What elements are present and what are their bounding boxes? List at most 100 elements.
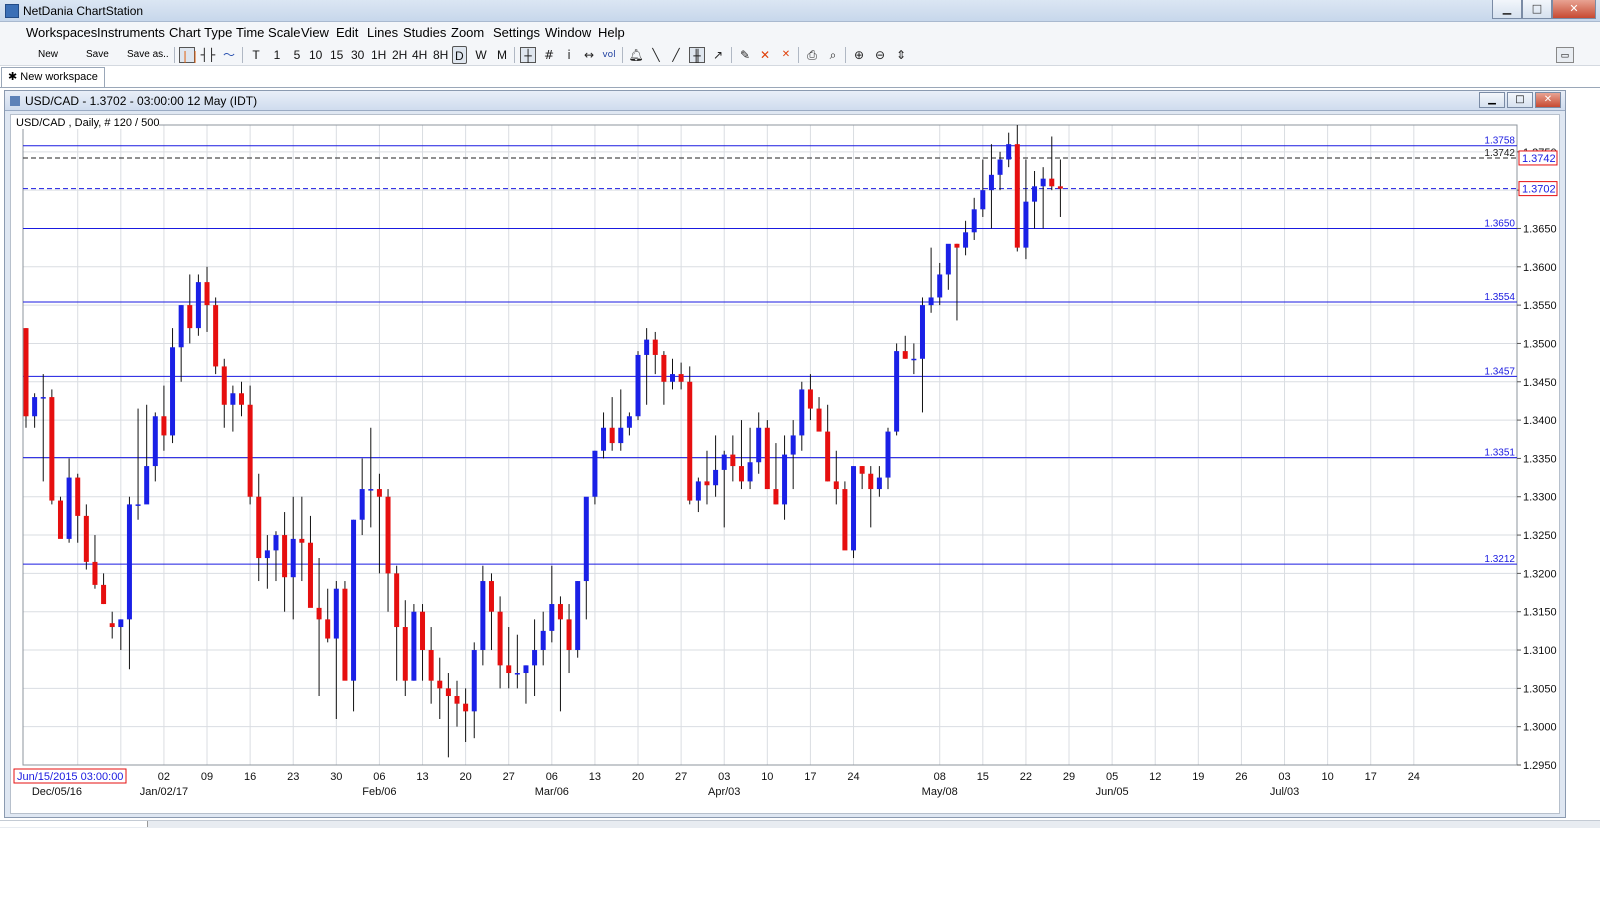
crosshair-icon[interactable]: ┼ xyxy=(520,47,536,63)
timescale-1min-button[interactable]: 1 xyxy=(271,46,283,64)
level-line-label: 1.3457 xyxy=(1484,366,1515,377)
candle-body xyxy=(842,489,848,551)
close-window-button[interactable]: ✕ xyxy=(1552,0,1596,19)
menu-edit[interactable]: Edit xyxy=(336,25,358,40)
x-axis-tick-label: 10 xyxy=(1321,771,1333,783)
candlestick-chart-icon[interactable]: ❘❘ xyxy=(179,47,200,63)
candle-body xyxy=(75,477,81,516)
candle-body xyxy=(454,696,460,704)
timescale-daily-button[interactable]: D xyxy=(452,46,467,64)
save-as-button[interactable]: Save as.. xyxy=(127,49,169,60)
maximize-window-button[interactable]: □ xyxy=(1522,0,1552,19)
x-axis-tick-label: 16 xyxy=(244,771,256,783)
candle-body xyxy=(109,623,115,628)
grid-icon[interactable]: # xyxy=(541,47,557,63)
line-chart-icon[interactable]: 〜 xyxy=(221,47,237,63)
candle-body xyxy=(661,354,667,382)
timescale-30min-button[interactable]: 30 xyxy=(351,46,364,64)
y-axis-tick-label: 1.3450 xyxy=(1523,377,1557,389)
minimize-window-button[interactable]: ▁ xyxy=(1492,0,1522,19)
price-tag-label: 1.3742 xyxy=(1522,153,1556,165)
bottom-tab[interactable] xyxy=(0,821,148,827)
alert-bell-icon[interactable]: 🔔︎ xyxy=(628,47,644,63)
chart-area[interactable]: 1.3758 1.3650 1.3554 1.3457 1.3351 1.3212 1.37… xyxy=(10,114,1560,814)
timescale-5min-button[interactable]: 5 xyxy=(291,46,303,64)
menu-help[interactable]: Help xyxy=(598,25,625,40)
menu-instruments[interactable]: Instruments xyxy=(97,25,165,40)
candle-body xyxy=(239,393,244,405)
menu-time-scale[interactable]: Time Scale xyxy=(236,25,301,40)
chart-restore-button[interactable]: □ xyxy=(1507,92,1533,108)
candle-body xyxy=(678,374,684,382)
candle-body xyxy=(583,496,589,582)
workspace-tab-label: New workspace xyxy=(20,71,98,83)
timescale-tick-button[interactable]: T xyxy=(250,46,262,64)
candle-body xyxy=(273,535,279,551)
menu-lines[interactable]: Lines xyxy=(367,25,398,40)
delete-object-icon[interactable]: ✕ xyxy=(757,47,773,63)
fibonacci-icon[interactable]: ╫ xyxy=(689,47,705,63)
new-button[interactable]: New xyxy=(38,49,58,60)
layout-toggle-icon[interactable]: ▭ xyxy=(1556,47,1574,63)
trendline-down-icon[interactable]: ╲ xyxy=(648,47,664,63)
timescale-2h-button[interactable]: 2H xyxy=(392,46,407,64)
pen-icon[interactable]: ✎ xyxy=(737,47,753,63)
candle-body xyxy=(359,489,365,520)
print-preview-icon[interactable]: ⌕ xyxy=(825,47,841,63)
fit-zoom-icon[interactable]: ⇕ xyxy=(893,47,909,63)
price-chart[interactable]: 1.3758 1.3650 1.3554 1.3457 1.3351 1.3212 1.37… xyxy=(11,115,1561,815)
workspace-tab[interactable]: ✱ New workspace xyxy=(1,67,105,87)
menu-studies[interactable]: Studies xyxy=(403,25,446,40)
zoom-in-icon[interactable]: ⊕ xyxy=(851,47,867,63)
candle-body xyxy=(652,339,658,355)
save-button[interactable]: Save xyxy=(86,49,109,60)
candle-body xyxy=(1014,144,1020,248)
pointer-icon[interactable]: ↗ xyxy=(710,47,726,63)
y-axis-tick-label: 1.3100 xyxy=(1523,645,1557,657)
delete-all-icon[interactable]: ✕ xyxy=(778,47,794,63)
timescale-weekly-button[interactable]: W xyxy=(475,46,487,64)
candle-body xyxy=(894,351,900,432)
timescale-4h-button[interactable]: 4H xyxy=(412,46,427,64)
candle-body xyxy=(566,619,572,651)
candle-body xyxy=(40,397,46,399)
timescale-15min-button[interactable]: 15 xyxy=(330,46,343,64)
candle-body xyxy=(57,500,63,539)
candle-body xyxy=(264,550,270,559)
scroll-horizontal-icon[interactable]: ↔ xyxy=(581,47,597,63)
candle-body xyxy=(963,232,969,248)
candle-body xyxy=(687,381,693,501)
menu-chart-type[interactable]: Chart Type xyxy=(169,25,232,40)
volume-icon[interactable]: vol xyxy=(601,47,617,63)
candle-body xyxy=(307,542,313,608)
zoom-out-icon[interactable]: ⊖ xyxy=(872,47,888,63)
menu-window[interactable]: Window xyxy=(545,25,591,40)
plot-border xyxy=(22,124,1518,766)
candle-body xyxy=(807,389,813,409)
menu-workspaces[interactable]: Workspaces xyxy=(26,25,97,40)
chart-minimize-button[interactable]: ▁ xyxy=(1479,92,1505,108)
candle-body xyxy=(333,588,339,639)
timescale-monthly-button[interactable]: M xyxy=(496,46,508,64)
x-axis-tick-label: 09 xyxy=(201,771,213,783)
print-icon[interactable]: ⎙ xyxy=(804,47,820,63)
x-axis-tick-label: 24 xyxy=(847,771,859,783)
ohlc-bar-chart-icon[interactable]: ┤├ xyxy=(200,47,216,63)
candle-body xyxy=(670,374,675,382)
timescale-10min-button[interactable]: 10 xyxy=(309,46,322,64)
toolbar-separator xyxy=(731,47,732,63)
candle-body xyxy=(221,366,227,405)
timescale-1h-button[interactable]: 1H xyxy=(371,46,386,64)
menu-zoom[interactable]: Zoom xyxy=(451,25,484,40)
candle-body xyxy=(471,650,477,712)
candle-body xyxy=(351,519,357,681)
candle-body xyxy=(282,535,288,578)
menu-view[interactable]: View xyxy=(301,25,329,40)
menu-settings[interactable]: Settings xyxy=(493,25,540,40)
trendline-up-icon[interactable]: ╱ xyxy=(668,47,684,63)
timescale-8h-button[interactable]: 8H xyxy=(433,46,448,64)
chart-close-button[interactable]: ✕ xyxy=(1535,92,1561,108)
toolbar-separator xyxy=(622,47,623,63)
candle-body xyxy=(756,427,762,463)
cursor-info-icon[interactable]: i xyxy=(561,47,577,63)
